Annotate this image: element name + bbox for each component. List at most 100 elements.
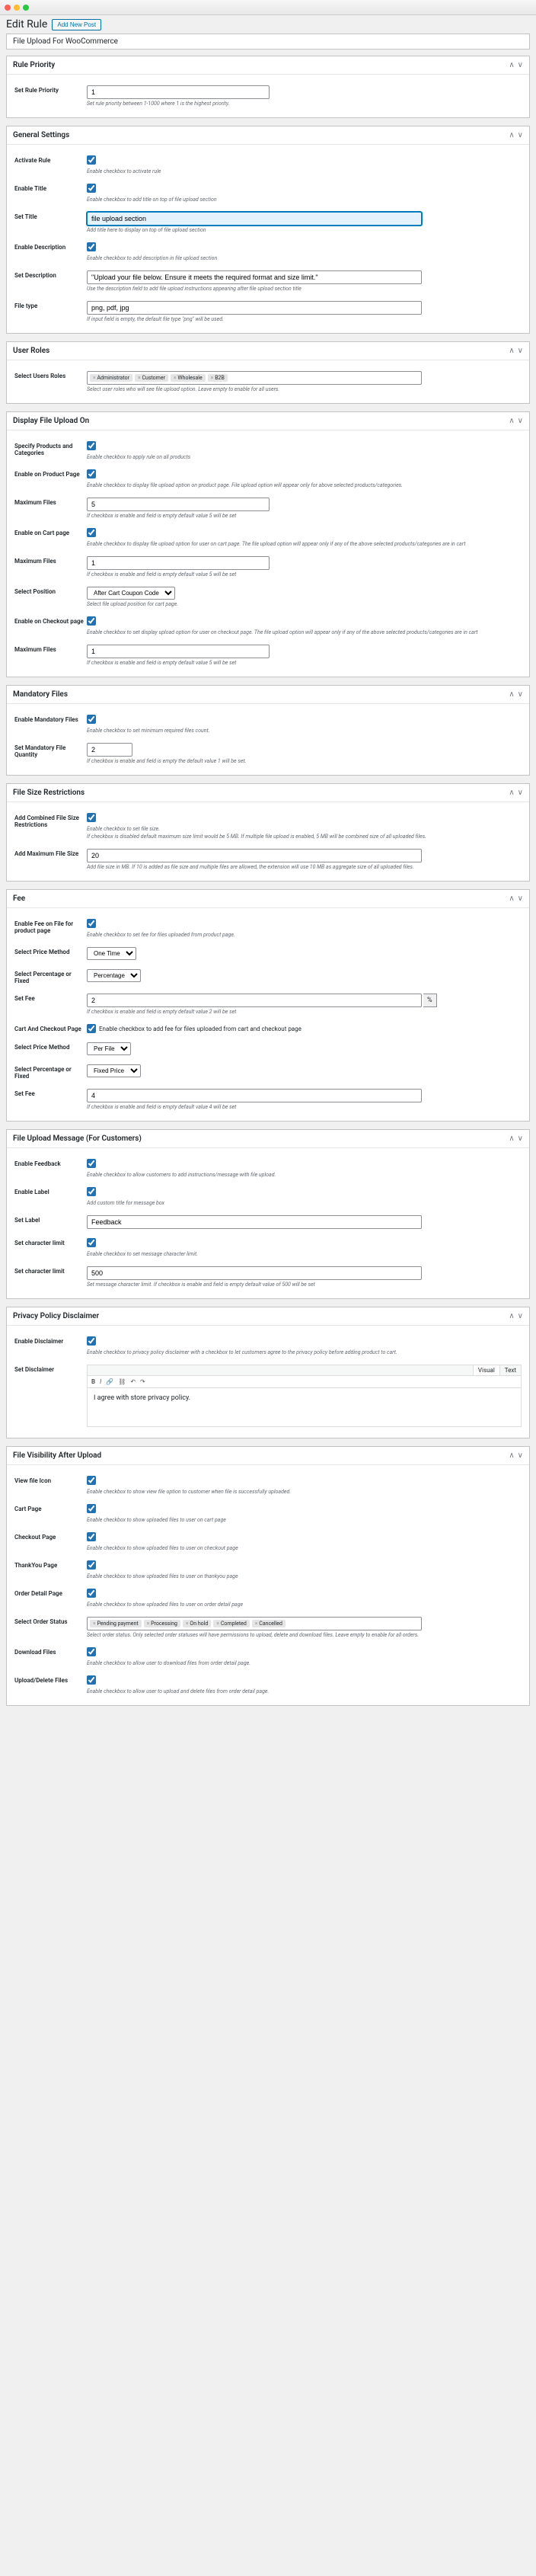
fee-cart-input[interactable] — [87, 1089, 422, 1102]
status-tag[interactable]: Completed — [213, 1620, 249, 1627]
link-icon[interactable]: 🔗 — [106, 1378, 113, 1385]
pct-fixed-product-select[interactable]: Percentage — [87, 969, 141, 982]
help-text: Select file upload position for cart pag… — [87, 601, 522, 607]
panel-up-icon[interactable]: ∧ — [509, 347, 514, 355]
mandatory-qty-input[interactable] — [87, 743, 132, 757]
panel-up-icon[interactable]: ∧ — [509, 789, 514, 797]
max-files-cart-input[interactable] — [87, 556, 270, 570]
tab-text[interactable]: Text — [499, 1365, 521, 1375]
tab-visual[interactable]: Visual — [473, 1365, 499, 1375]
enable-label-checkbox[interactable] — [87, 1187, 96, 1196]
max-files-checkout-input[interactable] — [87, 645, 270, 658]
panel-toggle-icon[interactable]: ∨ — [518, 417, 523, 425]
pct-fixed-cart-select[interactable]: Fixed Price — [87, 1064, 141, 1077]
upload-delete-files-checkbox[interactable] — [87, 1675, 96, 1685]
set-description-input[interactable] — [87, 270, 422, 284]
panel-privacy-policy: Privacy Policy Disclaimer∧∨ Enable Discl… — [6, 1307, 530, 1438]
panel-toggle-icon[interactable]: ∨ — [518, 61, 523, 69]
panel-up-icon[interactable]: ∧ — [509, 1312, 514, 1320]
help-text: Enable checkbox to set message character… — [87, 1251, 522, 1257]
enable-title-checkbox[interactable] — [87, 184, 96, 193]
help-text: Add custom title for message box — [87, 1200, 522, 1206]
panel-upload-message: File Upload Message (For Customers)∧∨ En… — [6, 1129, 530, 1299]
panel-up-icon[interactable]: ∧ — [509, 417, 514, 425]
set-label-input[interactable] — [87, 1215, 422, 1229]
label: Checkout Page — [14, 1532, 87, 1541]
status-tag[interactable]: Cancelled — [252, 1620, 286, 1627]
panel-toggle-icon[interactable]: ∨ — [518, 1134, 523, 1143]
download-files-checkbox[interactable] — [87, 1647, 96, 1656]
user-roles-select[interactable]: Administrator Customer Wholesale B2B — [87, 371, 422, 385]
label-rule-priority: Set Rule Priority — [14, 85, 87, 94]
panel-up-icon[interactable]: ∧ — [509, 131, 514, 139]
italic-icon[interactable]: I — [100, 1378, 101, 1385]
editor-textarea[interactable]: I agree with store privacy policy. — [88, 1388, 521, 1426]
price-method-cart-select[interactable]: Per File — [87, 1042, 131, 1055]
view-file-icon-checkbox[interactable] — [87, 1476, 96, 1485]
char-limit-input[interactable] — [87, 1266, 422, 1280]
order-status-select[interactable]: Pending payment Processing On hold Compl… — [87, 1617, 422, 1630]
role-tag[interactable]: Wholesale — [171, 374, 206, 382]
cart-position-select[interactable]: After Cart Coupon Code — [87, 587, 175, 600]
panel-toggle-icon[interactable]: ∨ — [518, 1451, 523, 1460]
panel-up-icon[interactable]: ∧ — [509, 894, 514, 903]
enable-disclaimer-checkbox[interactable] — [87, 1336, 96, 1346]
panel-up-icon[interactable]: ∧ — [509, 1134, 514, 1143]
panel-up-icon[interactable]: ∧ — [509, 61, 514, 69]
enable-fee-cart-checkbox[interactable] — [87, 1024, 96, 1033]
help-text: Use the description field to add file up… — [87, 286, 522, 292]
role-tag[interactable]: B2B — [208, 374, 228, 382]
help-text: If checkbox is enable and field is empty… — [87, 513, 522, 519]
enable-feedback-checkbox[interactable] — [87, 1159, 96, 1168]
panel-toggle-icon[interactable]: ∨ — [518, 1312, 523, 1320]
panel-up-icon[interactable]: ∧ — [509, 1451, 514, 1460]
price-method-product-select[interactable]: One Time — [87, 947, 136, 960]
visibility-order-detail-checkbox[interactable] — [87, 1589, 96, 1598]
role-tag[interactable]: Customer — [135, 374, 168, 382]
help-text: If checkbox is enable and field is empty… — [87, 660, 522, 666]
disclaimer-editor: VisualText B I 🔗 ⛓ ↶ ↷ I agree with stor… — [87, 1365, 522, 1427]
specify-products-checkbox[interactable] — [87, 441, 96, 450]
undo-icon[interactable]: ↶ — [130, 1378, 136, 1385]
redo-icon[interactable]: ↷ — [140, 1378, 145, 1385]
fee-product-input[interactable] — [87, 994, 422, 1007]
combined-size-checkbox[interactable] — [87, 813, 96, 822]
panel-up-icon[interactable]: ∧ — [509, 690, 514, 699]
file-type-input[interactable] — [87, 301, 422, 315]
max-file-size-input[interactable] — [87, 849, 422, 862]
window-minimize[interactable] — [14, 5, 20, 11]
page-title: Edit Rule — [6, 18, 47, 30]
enable-checkout-page-checkbox[interactable] — [87, 616, 96, 626]
activate-rule-checkbox[interactable] — [87, 155, 96, 165]
enable-cart-page-checkbox[interactable] — [87, 528, 96, 537]
label: Enable on Cart page — [14, 528, 87, 536]
set-title-input[interactable] — [87, 212, 422, 226]
status-tag[interactable]: Processing — [144, 1620, 180, 1627]
panel-toggle-icon[interactable]: ∨ — [518, 789, 523, 797]
rule-priority-input[interactable] — [87, 85, 270, 99]
panel-file-size: File Size Restrictions∧∨ Add Combined Fi… — [6, 783, 530, 882]
panel-toggle-icon[interactable]: ∨ — [518, 894, 523, 903]
enable-product-page-checkbox[interactable] — [87, 469, 96, 478]
role-tag[interactable]: Administrator — [90, 374, 132, 382]
enable-fee-product-checkbox[interactable] — [87, 919, 96, 928]
visibility-cart-checkbox[interactable] — [87, 1504, 96, 1513]
status-tag[interactable]: On hold — [183, 1620, 211, 1627]
status-tag[interactable]: Pending payment — [90, 1620, 142, 1627]
label: Select Users Roles — [14, 371, 87, 379]
panel-toggle-icon[interactable]: ∨ — [518, 347, 523, 355]
enable-char-limit-checkbox[interactable] — [87, 1238, 96, 1247]
unlink-icon[interactable]: ⛓ — [118, 1378, 126, 1385]
visibility-checkout-checkbox[interactable] — [87, 1532, 96, 1541]
visibility-thankyou-checkbox[interactable] — [87, 1560, 96, 1570]
panel-toggle-icon[interactable]: ∨ — [518, 690, 523, 699]
enable-mandatory-checkbox[interactable] — [87, 715, 96, 724]
help-text: Enable checkbox to display file upload o… — [87, 541, 522, 547]
window-close[interactable] — [5, 5, 11, 11]
max-files-product-input[interactable] — [87, 498, 270, 511]
bold-icon[interactable]: B — [91, 1378, 95, 1385]
window-maximize[interactable] — [23, 5, 29, 11]
add-new-post-button[interactable]: Add New Post — [52, 19, 101, 30]
enable-description-checkbox[interactable] — [87, 242, 96, 251]
panel-toggle-icon[interactable]: ∨ — [518, 131, 523, 139]
